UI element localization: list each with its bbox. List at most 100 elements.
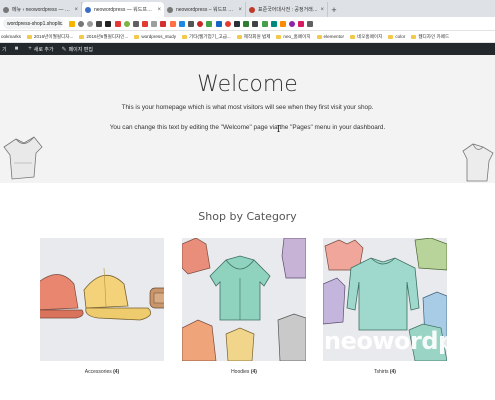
bookmark-item[interactable]: elementor — [316, 34, 344, 39]
folder-icon — [316, 34, 322, 39]
browser-tab-3[interactable]: neowordpress – 워드프 워드프 × — [164, 2, 246, 17]
category-count: (4) — [250, 369, 257, 375]
bookmark-label: 2016년6월될디자인... — [86, 33, 129, 39]
bookmark-label: elementor — [323, 34, 344, 39]
bookmark-item[interactable]: color — [388, 34, 405, 39]
extension-icon[interactable] — [243, 20, 250, 27]
bookmark-label: 네오홈페이지 — [356, 33, 383, 39]
folder-icon — [134, 34, 140, 39]
bookmark-item[interactable]: neo_홈페이지 — [276, 34, 311, 40]
folder-icon — [26, 34, 32, 39]
edit-page-label: 페이지 편집 — [68, 46, 93, 53]
folder-icon — [236, 34, 242, 39]
bookmark-label: 웹디자인 카페드 — [418, 33, 450, 39]
new-content-label: 새로 추가 — [33, 46, 54, 53]
edit-page-button[interactable]: ✎ 페이지 편집 — [62, 46, 93, 53]
customize-button[interactable]: ■ — [15, 46, 21, 52]
hoodie-illustration-right — [462, 143, 494, 182]
extension-icon[interactable] — [105, 20, 112, 27]
shop-by-category-heading: Shop by Category — [198, 210, 297, 223]
tab-strip: 메뉴 ‹ neowordpress — 워드프 × neowordpress —… — [0, 0, 495, 17]
extension-icon[interactable] — [188, 20, 195, 27]
tab-favicon-icon — [85, 6, 91, 13]
close-tab-icon[interactable]: × — [74, 7, 78, 13]
tab-favicon-icon — [249, 6, 255, 13]
folder-icon — [79, 34, 85, 39]
address-bar[interactable]: wordpress-shop1.shoplic.ca... — [3, 18, 63, 29]
bookmark-label: wordpress_study — [141, 34, 177, 39]
text-cursor-icon — [277, 125, 280, 132]
bookmarks-label[interactable]: ookmarks — [1, 34, 21, 39]
extension-icon[interactable] — [142, 20, 149, 27]
new-tab-button[interactable]: + — [328, 2, 340, 17]
tab-favicon-icon — [167, 6, 173, 13]
extension-icon[interactable] — [86, 20, 93, 27]
bookmark-item[interactable]: 2016년6월될디자인... — [79, 34, 128, 40]
bookmark-item[interactable]: 제작회원 법제 — [236, 34, 270, 40]
folder-icon — [182, 34, 188, 39]
extension-icon[interactable] — [215, 20, 222, 27]
browser-tab-2[interactable]: neowordpress — 워드프레스 테 × — [82, 2, 164, 17]
extension-icon[interactable] — [178, 20, 185, 27]
category-count: (4) — [113, 369, 120, 375]
bookmark-item[interactable]: 웹디자인 카페드 — [411, 34, 449, 40]
hoodie-illustration-left — [3, 136, 43, 180]
extension-icons — [67, 20, 315, 27]
close-tab-icon[interactable]: × — [157, 7, 161, 13]
tab-title: neowordpress — 워드프레스 테 — [94, 7, 156, 13]
page-title: Welcome — [197, 72, 298, 97]
extension-icon[interactable] — [169, 20, 176, 27]
extension-icon[interactable] — [233, 20, 240, 27]
folder-icon — [276, 34, 282, 39]
extension-icon[interactable] — [206, 20, 213, 27]
bookmarks-bar: ookmarks 2016년이월될디자... 2016년6월될디자인... wo… — [0, 31, 495, 43]
extension-icon[interactable] — [77, 20, 84, 27]
extension-icon[interactable] — [298, 20, 305, 27]
new-content-button[interactable]: + 새로 추가 — [28, 46, 53, 53]
extension-icon[interactable] — [289, 20, 296, 27]
comment-icon: ■ — [14, 46, 19, 52]
category-card-hoodies[interactable] — [182, 238, 306, 361]
extension-icon[interactable] — [270, 20, 277, 27]
extension-icon[interactable] — [261, 20, 268, 27]
extension-icon[interactable] — [307, 20, 314, 27]
tab-title: neowordpress – 워드프 워드프 — [176, 7, 237, 13]
extension-icon[interactable] — [123, 20, 130, 27]
bookmark-item[interactable]: 2016년이월될디자... — [26, 34, 73, 40]
extension-icon[interactable] — [279, 20, 286, 27]
browser-tab-1[interactable]: 메뉴 ‹ neowordpress — 워드프 × — [0, 2, 82, 17]
browser-window: 메뉴 ‹ neowordpress — 워드프 × neowordpress —… — [0, 0, 495, 400]
bookmark-item[interactable]: 네오홈페이지 — [349, 33, 383, 40]
category-card-accessories[interactable] — [40, 238, 164, 361]
category-label-hoodies[interactable]: Hoodies (4) — [182, 369, 306, 375]
bookmark-item[interactable]: wordpress_study — [134, 34, 176, 39]
bookmark-label: 기타(웹기업기_고급... — [189, 33, 231, 39]
admin-bar-site-label: 기 — [2, 46, 7, 53]
bookmark-label: color — [395, 34, 406, 39]
extension-icon[interactable] — [224, 20, 231, 27]
hoodies-image — [182, 238, 306, 361]
hero-edit-hint-text: You can change this text by editing the … — [109, 124, 386, 131]
extension-icon[interactable] — [197, 20, 204, 27]
star-icon[interactable] — [68, 20, 75, 27]
accessories-image — [40, 238, 164, 361]
extension-icon[interactable] — [252, 20, 259, 27]
tab-title: 표준국어대사전 : 공정거래위원회 — [258, 7, 318, 13]
bookmark-item[interactable]: 기타(웹기업기_고급... — [182, 34, 231, 40]
plus-icon: + — [28, 46, 32, 52]
category-name: Accessories — [84, 369, 112, 375]
category-count: (4) — [389, 369, 396, 375]
extension-icon[interactable] — [132, 20, 139, 27]
folder-icon — [349, 34, 355, 39]
extension-icon[interactable] — [96, 20, 103, 27]
admin-bar-site[interactable]: 기 — [2, 46, 7, 53]
extension-icon[interactable] — [160, 20, 167, 27]
category-label-accessories[interactable]: Accessories (4) — [40, 369, 164, 375]
close-tab-icon[interactable]: × — [238, 7, 242, 13]
extension-icon[interactable] — [151, 20, 158, 27]
watermark-text: neowordpress — [324, 327, 495, 355]
close-tab-icon[interactable]: × — [320, 7, 324, 13]
category-label-tshirts[interactable]: Tshirts (4) — [323, 369, 447, 375]
extension-icon[interactable] — [114, 20, 121, 27]
browser-tab-4[interactable]: 표준국어대사전 : 공정거래위원회 × — [246, 2, 328, 17]
